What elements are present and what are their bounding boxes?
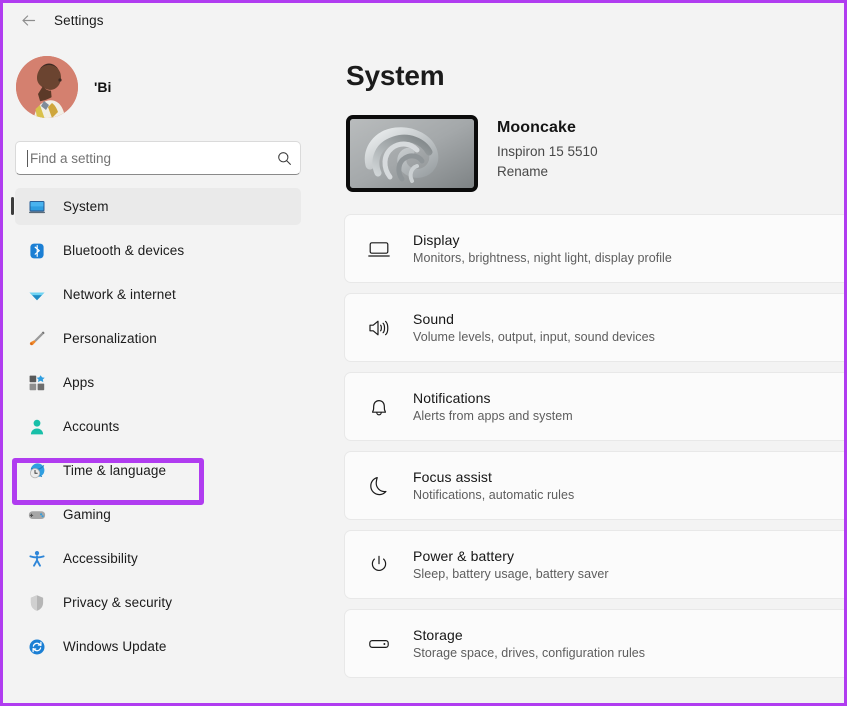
accessibility-icon bbox=[28, 550, 46, 568]
settings-card-notifications[interactable]: Notifications Alerts from apps and syste… bbox=[344, 372, 844, 441]
sidebar-item-label: Accounts bbox=[63, 419, 120, 434]
card-title: Power & battery bbox=[413, 548, 515, 564]
rename-link[interactable]: Rename bbox=[497, 164, 598, 179]
display-monitor-icon bbox=[367, 237, 391, 261]
speaker-icon bbox=[367, 316, 391, 340]
device-thumbnail bbox=[346, 115, 478, 192]
profile-name: 'Bi bbox=[94, 79, 112, 95]
storage-drive-icon bbox=[367, 632, 391, 656]
settings-window: Settings 'Bi Find a setting System Bluet… bbox=[0, 0, 847, 706]
sidebar-item-label: Time & language bbox=[63, 463, 167, 478]
avatar bbox=[16, 56, 78, 118]
sidebar-item-gaming[interactable]: Gaming bbox=[15, 496, 301, 533]
sidebar-item-system[interactable]: System bbox=[11, 188, 301, 225]
sidebar-item-label: Gaming bbox=[63, 507, 111, 522]
settings-card-focus-assist[interactable]: Focus assist Notifications, automatic ru… bbox=[344, 451, 844, 520]
page-title: System bbox=[346, 60, 445, 91]
device-name: Mooncake bbox=[497, 119, 577, 136]
bell-icon bbox=[367, 395, 391, 419]
update-refresh-icon bbox=[28, 638, 46, 656]
sidebar-item-accounts[interactable]: Accounts bbox=[15, 408, 301, 445]
sidebar-item-label: Personalization bbox=[63, 331, 157, 346]
card-title: Display bbox=[413, 232, 460, 248]
settings-card-sound[interactable]: Sound Volume levels, output, input, soun… bbox=[344, 293, 844, 362]
back-arrow-icon bbox=[21, 14, 35, 26]
profile-section[interactable]: 'Bi bbox=[15, 48, 321, 126]
card-subtitle: Notifications, automatic rules bbox=[413, 488, 575, 502]
sidebar-item-network-internet[interactable]: Network & internet bbox=[15, 276, 301, 313]
sidebar-item-label: Accessibility bbox=[63, 551, 138, 566]
sidebar-item-label: Network & internet bbox=[63, 287, 176, 302]
card-subtitle: Alerts from apps and system bbox=[413, 409, 573, 423]
card-subtitle: Storage space, drives, configuration rul… bbox=[413, 646, 646, 660]
settings-card-display[interactable]: Display Monitors, brightness, night ligh… bbox=[344, 214, 844, 283]
sidebar-item-label: Windows Update bbox=[63, 639, 167, 654]
person-icon bbox=[28, 418, 46, 436]
device-wallpaper-thumbnail bbox=[350, 119, 474, 188]
search-box[interactable] bbox=[15, 141, 301, 175]
shield-icon bbox=[28, 594, 46, 612]
settings-card-storage[interactable]: Storage Storage space, drives, configura… bbox=[344, 609, 844, 678]
back-button[interactable] bbox=[16, 8, 40, 32]
monitor-icon bbox=[28, 198, 46, 216]
moon-icon bbox=[367, 474, 391, 498]
text-caret bbox=[27, 150, 28, 167]
sidebar-item-apps[interactable]: Apps bbox=[15, 364, 301, 401]
apps-grid-icon bbox=[28, 374, 46, 392]
gamepad-icon bbox=[28, 506, 46, 524]
sidebar-item-label: Apps bbox=[63, 375, 95, 390]
main-content: System Mooncake Inspiron 15 5510 Rename … bbox=[321, 37, 844, 703]
user-avatar-photo bbox=[16, 56, 78, 118]
settings-card-power-battery[interactable]: Power & battery Sleep, battery usage, ba… bbox=[344, 530, 844, 599]
sidebar-item-label: Bluetooth & devices bbox=[63, 243, 185, 258]
sidebar-item-privacy-security[interactable]: Privacy & security bbox=[15, 584, 301, 621]
search-icon[interactable] bbox=[277, 151, 292, 166]
card-subtitle: Volume levels, output, input, sound devi… bbox=[413, 330, 655, 344]
settings-card-list: Display Monitors, brightness, night ligh… bbox=[321, 214, 844, 678]
card-title: Storage bbox=[413, 627, 463, 643]
power-icon bbox=[367, 553, 391, 577]
search-input[interactable] bbox=[27, 150, 277, 166]
card-subtitle: Monitors, brightness, night light, displ… bbox=[413, 251, 672, 265]
window-titlebar: Settings bbox=[3, 3, 844, 37]
card-subtitle: Sleep, battery usage, battery saver bbox=[413, 567, 609, 581]
card-title: Notifications bbox=[413, 390, 491, 406]
card-title: Focus assist bbox=[413, 469, 492, 485]
sidebar-item-label: System bbox=[63, 199, 109, 214]
sidebar: 'Bi Find a setting System Bluetooth & de… bbox=[3, 37, 321, 703]
bluetooth-icon bbox=[28, 242, 46, 260]
device-model: Inspiron 15 5510 bbox=[497, 144, 598, 159]
device-summary: Mooncake Inspiron 15 5510 Rename bbox=[346, 115, 844, 192]
sidebar-item-bluetooth-devices[interactable]: Bluetooth & devices bbox=[15, 232, 301, 269]
sidebar-item-label: Privacy & security bbox=[63, 595, 173, 610]
sidebar-item-personalization[interactable]: Personalization bbox=[15, 320, 301, 357]
paintbrush-icon bbox=[28, 330, 46, 348]
magnifier-glyph bbox=[278, 151, 291, 165]
card-title: Sound bbox=[413, 311, 454, 327]
sidebar-item-accessibility[interactable]: Accessibility bbox=[15, 540, 301, 577]
wifi-icon bbox=[28, 286, 46, 304]
clock-globe-icon bbox=[28, 462, 46, 480]
sidebar-item-windows-update[interactable]: Windows Update bbox=[15, 628, 301, 665]
sidebar-nav-list: System Bluetooth & devices Network & int… bbox=[11, 188, 321, 665]
sidebar-item-time-language[interactable]: Time & language bbox=[15, 452, 301, 489]
window-title: Settings bbox=[54, 12, 104, 28]
